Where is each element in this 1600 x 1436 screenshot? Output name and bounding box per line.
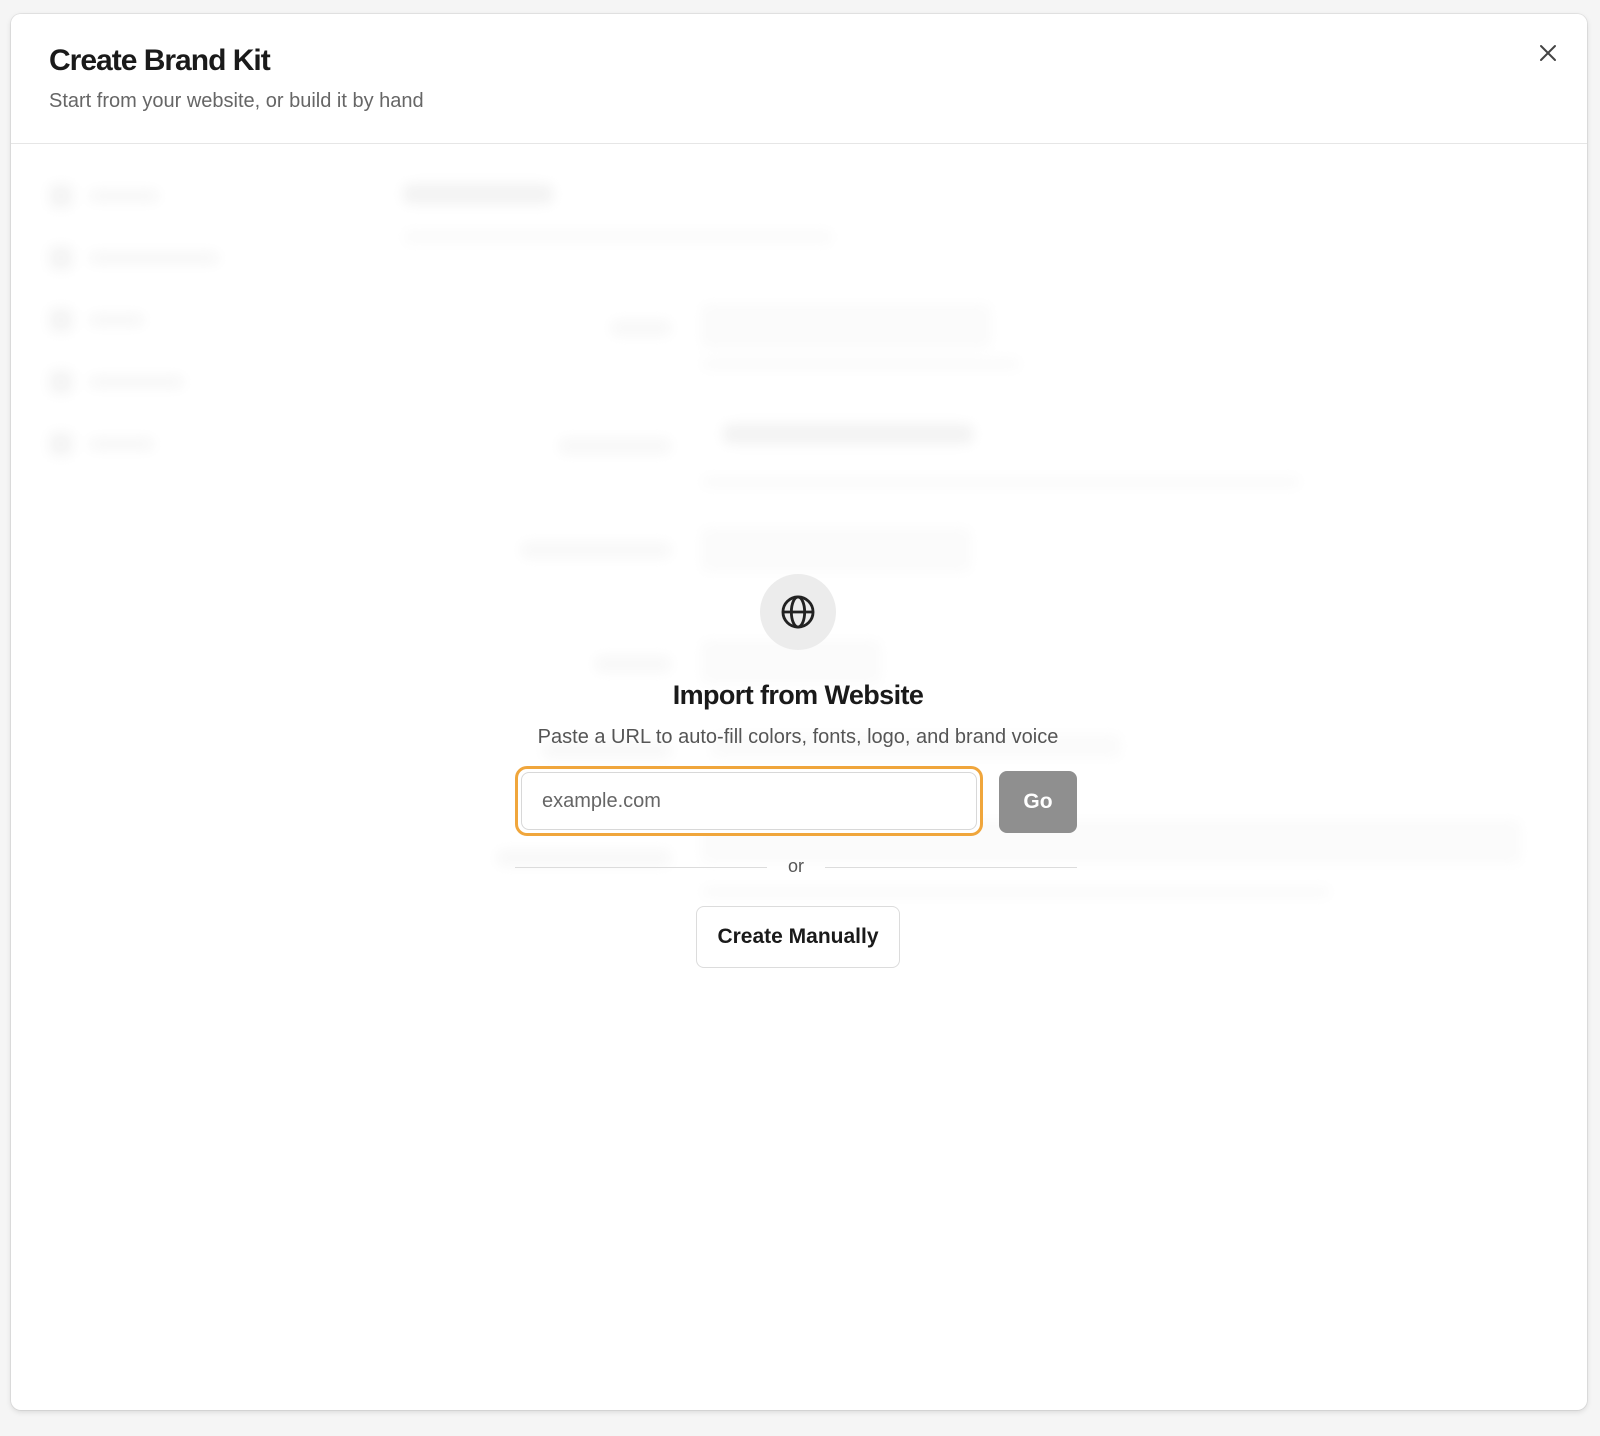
dialog-title: Create Brand Kit: [49, 44, 271, 77]
create-brand-kit-dialog: Create Brand Kit Start from your website…: [11, 14, 1587, 1410]
or-divider: or: [515, 856, 1077, 880]
create-manually-button[interactable]: Create Manually: [696, 906, 900, 968]
close-button[interactable]: [1533, 38, 1563, 68]
import-title: Import from Website: [672, 680, 924, 710]
globe-icon-badge: [760, 574, 836, 650]
dialog-body: Import from Website Paste a URL to auto-…: [11, 144, 1587, 1410]
dialog-subtitle: Start from your website, or build it by …: [49, 90, 424, 112]
import-description: Paste a URL to auto-fill colors, fonts, …: [537, 726, 1059, 748]
divider-line-right: [825, 867, 1077, 868]
close-icon: [1540, 45, 1556, 61]
dialog-header: Create Brand Kit Start from your website…: [11, 14, 1587, 144]
globe-icon: [781, 595, 815, 629]
go-button[interactable]: Go: [999, 771, 1077, 833]
url-input-focus-ring: [515, 766, 983, 836]
website-url-input[interactable]: [521, 772, 977, 830]
